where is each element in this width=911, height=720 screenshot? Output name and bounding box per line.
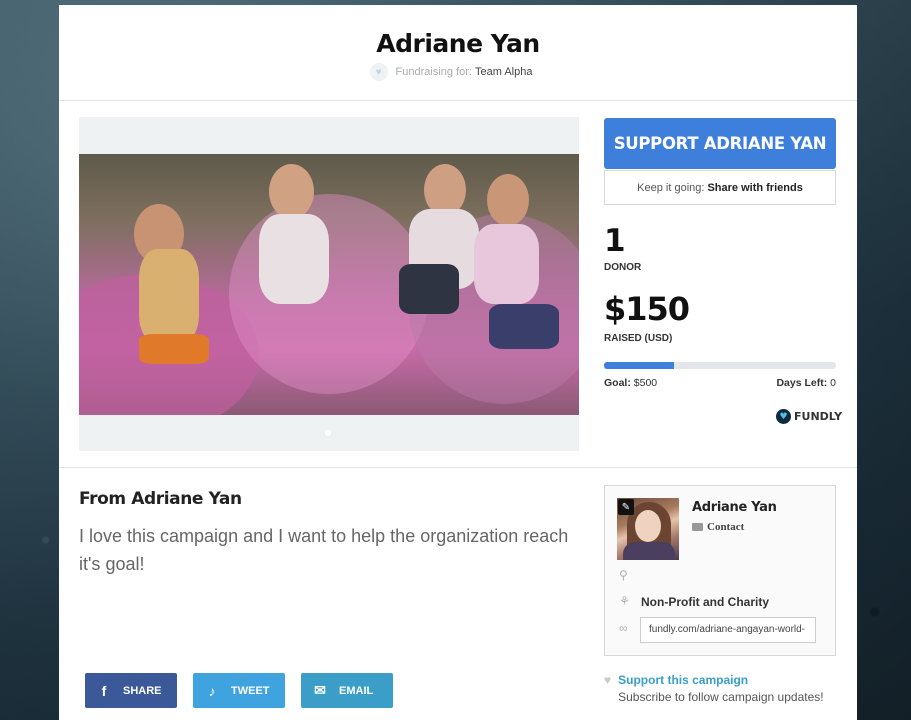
campaign-media [79, 117, 579, 451]
tweet-button[interactable]: ♪ TWEET [193, 673, 285, 708]
organizer-profile: ✎ Adriane Yan Contact ⚲ ⚘ Non-Profit and… [604, 485, 836, 656]
story-body: I love this campaign and I want to help … [79, 526, 569, 574]
days-label: Days Left: [776, 377, 828, 389]
fundraising-for-line: ♥ Fundraising for: Team Alpha [59, 63, 857, 81]
photo-shape [474, 224, 539, 304]
fundly-icon: ♥ [776, 409, 791, 424]
avatar-face [635, 510, 661, 542]
photo-shape [487, 174, 529, 226]
follow-subtitle: Subscribe to follow campaign updates! [618, 690, 824, 704]
goal-row: Goal: $500 Days Left: 0 [604, 377, 836, 389]
photo-shape [259, 214, 329, 304]
campaign-url-field[interactable]: fundly.com/adriane-angayan-world- [640, 617, 816, 643]
photo-shape [399, 264, 459, 314]
twitter-icon: ♪ [208, 682, 216, 699]
campaign-header: Adriane Yan ♥ Fundraising for: Team Alph… [59, 5, 857, 101]
fundly-logo[interactable]: ♥ FUNDLY [776, 409, 842, 424]
ribbon-icon: ⚘ [619, 594, 630, 608]
contact-link[interactable]: Contact [692, 521, 744, 533]
raised-label: RAISED (USD) [604, 333, 673, 344]
email-label: EMAIL [339, 684, 374, 697]
avatar[interactable]: ✎ [617, 498, 679, 560]
section-divider [59, 467, 857, 468]
contact-label: Contact [707, 521, 745, 533]
goal-value: $500 [633, 377, 658, 389]
envelope-icon: ✉ [314, 682, 326, 698]
photo-shape [139, 249, 199, 344]
edit-pencil-icon[interactable]: ✎ [618, 499, 634, 515]
follow-title[interactable]: Support this campaign [618, 673, 823, 687]
mail-icon [692, 523, 703, 531]
progress-fill [604, 362, 674, 369]
location-pin-icon: ⚲ [619, 568, 628, 582]
days-value: 0 [830, 377, 836, 389]
donor-count: 1 [604, 223, 626, 259]
story-title: From Adriane Yan [79, 489, 242, 509]
carousel-dot[interactable] [325, 430, 331, 436]
follow-campaign[interactable]: ♥ Support this campaign Subscribe to fol… [604, 673, 824, 704]
profile-category: Non-Profit and Charity [641, 595, 769, 609]
goal: Goal: $500 [604, 377, 657, 389]
heart-icon: ♥ [604, 673, 612, 687]
share-label: SHARE [123, 684, 162, 697]
share-link[interactable]: Share with friends [707, 182, 802, 194]
heart-badge-icon: ♥ [369, 63, 388, 81]
facebook-icon: f [101, 682, 107, 699]
profile-name: Adriane Yan [692, 500, 777, 515]
fundly-wordmark: FUNDLY [794, 410, 843, 423]
follow-text: Support this campaign Subscribe to follo… [618, 673, 823, 704]
photo-shape [139, 334, 209, 364]
campaign-photo [79, 154, 579, 415]
photo-shape [489, 304, 559, 349]
page-title: Adriane Yan [376, 29, 540, 58]
days-left: Days Left: 0 [776, 377, 836, 389]
campaign-card: Adriane Yan ♥ Fundraising for: Team Alph… [59, 5, 857, 720]
support-button[interactable]: SUPPORT ADRIANE YAN [604, 118, 836, 169]
goal-label: Goal: [604, 377, 631, 389]
raised-amount: $150 [604, 290, 690, 328]
avatar-shirt [623, 542, 675, 560]
progress-bar [604, 362, 836, 369]
donor-label: DONOR [604, 262, 642, 273]
email-button[interactable]: ✉ EMAIL [301, 673, 393, 708]
tweet-label: TWEET [231, 684, 270, 697]
facebook-share-button[interactable]: f SHARE [85, 673, 177, 708]
fundraising-for-label: Fundraising for: [395, 66, 472, 78]
photo-shape [269, 164, 314, 219]
share-prefix: Keep it going: [637, 181, 705, 194]
team-link[interactable]: Team Alpha [475, 66, 532, 78]
share-with-friends[interactable]: Keep it going: Share with friends [604, 170, 836, 205]
link-icon: ∞ [619, 621, 628, 635]
